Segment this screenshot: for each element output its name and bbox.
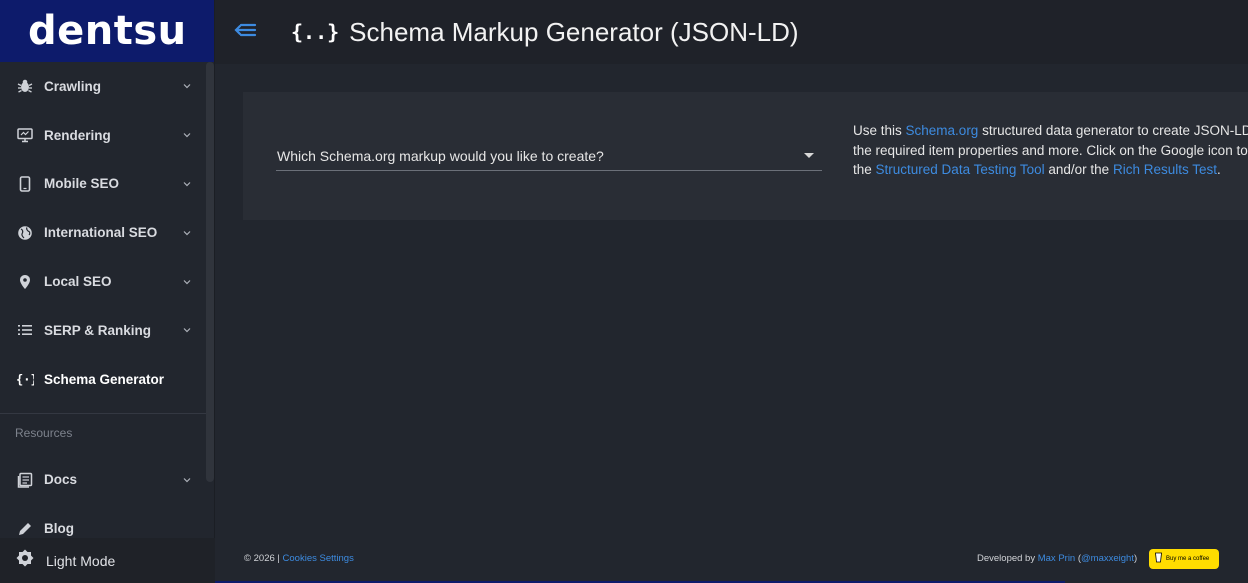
pin-icon — [16, 273, 34, 291]
schema-org-link[interactable]: Schema.org — [906, 123, 979, 138]
desc-text: Use this — [853, 123, 906, 138]
structured-data-testing-tool-link[interactable]: Structured Data Testing Tool — [876, 162, 1045, 177]
sidebar-item-local-seo[interactable]: Local SEO — [0, 257, 206, 306]
sidebar-item-blog[interactable]: Blog — [0, 504, 206, 538]
sidebar-item-crawling[interactable]: Crawling — [0, 62, 206, 111]
desc-text: the — [853, 162, 876, 177]
generator-description: Use this Schema.org structured data gene… — [853, 121, 1248, 180]
phone-icon — [16, 175, 34, 193]
collapse-sidebar-button[interactable] — [215, 0, 275, 64]
dropdown-caret-icon — [804, 153, 814, 158]
chevron-down-icon — [182, 325, 192, 335]
developed-by-text: Developed by — [977, 553, 1038, 564]
braces-icon: {..} — [291, 20, 340, 44]
schema-card: Which Schema.org markup would you like t… — [243, 92, 1248, 220]
coffee-cup-icon — [1155, 550, 1162, 568]
chevron-down-icon — [182, 228, 192, 238]
dentsu-logo[interactable]: dentsu — [0, 0, 214, 62]
desc-text: and/or the — [1044, 162, 1113, 177]
brightness-icon — [16, 549, 34, 572]
sidebar-item-label: Crawling — [44, 78, 102, 94]
sidebar-item-docs[interactable]: Docs — [0, 456, 206, 505]
docs-icon — [16, 471, 34, 489]
coffee-label: Buy me a coffee — [1166, 556, 1210, 562]
copyright-text: © 2026 | — [244, 553, 283, 564]
braces-icon: {·} — [16, 370, 34, 388]
sidebar-item-label: International SEO — [44, 225, 158, 241]
light-mode-toggle[interactable]: Light Mode — [0, 538, 215, 583]
sidebar-nav: Crawling Rendering Mobile SEO Internatio… — [0, 62, 206, 538]
sidebar: dentsu Crawling Rendering Mobile SEO Int… — [0, 0, 215, 583]
sidebar-item-international-seo[interactable]: International SEO — [0, 208, 206, 257]
sidebar-item-serp-ranking[interactable]: SERP & Ranking — [0, 306, 206, 355]
select-placeholder: Which Schema.org markup would you like t… — [277, 148, 604, 164]
cookies-settings-link[interactable]: Cookies Settings — [283, 553, 354, 564]
footer-credits: Developed by Max Prin (@maxxeight) — [977, 553, 1137, 564]
sidebar-item-schema-generator[interactable]: {·} Schema Generator — [0, 355, 206, 404]
sidebar-item-label: Mobile SEO — [44, 176, 120, 192]
chevron-down-icon — [182, 475, 192, 485]
sidebar-item-label: Docs — [44, 472, 78, 488]
sidebar-item-label: Local SEO — [44, 274, 112, 290]
footer-copyright: © 2026 | Cookies Settings — [244, 553, 354, 564]
light-mode-label: Light Mode — [46, 552, 116, 569]
bug-icon — [16, 77, 34, 95]
logo-text: dentsu — [28, 8, 187, 54]
top-bar: {..} Schema Markup Generator (JSON-LD) — [215, 0, 1248, 64]
sidebar-item-label: Schema Generator — [44, 371, 165, 387]
desc-text: structured data generator to create JSON… — [978, 123, 1248, 138]
sidebar-item-label: SERP & Ranking — [44, 322, 152, 338]
resources-heading: Resources — [15, 425, 73, 440]
svg-text:{·}: {·} — [16, 373, 34, 387]
chevron-down-icon — [182, 179, 192, 189]
handle-link[interactable]: @maxxeight — [1081, 553, 1134, 564]
monitor-icon — [16, 126, 34, 144]
sidebar-scrollbar[interactable] — [206, 62, 214, 482]
menu-collapse-icon — [233, 21, 257, 44]
sidebar-item-label: Rendering — [44, 127, 111, 143]
chevron-down-icon — [182, 277, 192, 287]
author-link[interactable]: Max Prin — [1038, 553, 1075, 564]
list-icon — [16, 321, 34, 339]
sidebar-item-mobile-seo[interactable]: Mobile SEO — [0, 160, 206, 209]
desc-text: . — [1217, 162, 1221, 177]
rich-results-test-link[interactable]: Rich Results Test — [1113, 162, 1217, 177]
globe-icon — [16, 224, 34, 242]
sidebar-item-rendering[interactable]: Rendering — [0, 111, 206, 160]
chevron-down-icon — [182, 81, 192, 91]
sidebar-item-label: Blog — [44, 521, 74, 537]
schema-type-select[interactable]: Which Schema.org markup would you like t… — [276, 140, 822, 171]
paren-text: ) — [1133, 553, 1138, 564]
desc-text: the required item properties and more. C… — [853, 142, 1248, 158]
chevron-down-icon — [182, 130, 192, 140]
pencil-icon — [16, 520, 34, 538]
page-title-text: Schema Markup Generator (JSON-LD) — [349, 16, 799, 47]
page-title: {..} Schema Markup Generator (JSON-LD) — [291, 17, 799, 48]
buy-me-a-coffee-button[interactable]: Buy me a coffee — [1149, 549, 1219, 569]
